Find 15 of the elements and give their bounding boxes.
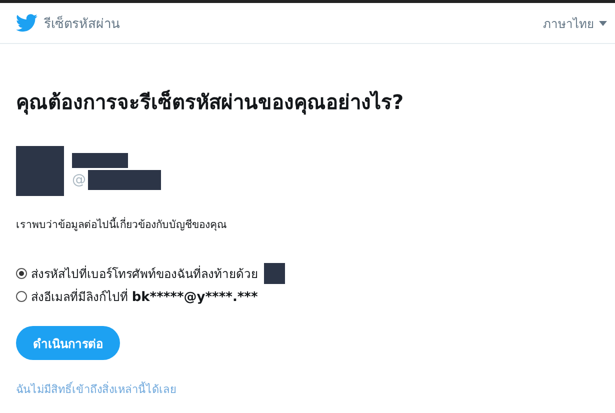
info-text: เราพบว่าข้อมูลต่อไปนี้เกี่ยวข้องกับบัญชีของคุณ — [16, 216, 228, 233]
no-access-link[interactable]: ฉันไม่มีสิทธิ์เข้าถึงสิ่งเหล่านี้ได้เลย — [16, 380, 176, 398]
option-label[interactable]: ส่งอีเมลที่มีลิงก์ไปที่ bk*****@y****.*** — [31, 287, 258, 306]
handle-prefix: @ — [72, 172, 86, 188]
redacted-avatar — [16, 146, 64, 196]
redacted-name — [72, 152, 128, 168]
page-title: รีเซ็ตรหัสผ่าน — [44, 14, 120, 34]
option-label[interactable]: ส่งรหัสไปที่เบอร์โทรศัพท์ของฉันที่ลงท้ายด้วย — [31, 264, 258, 283]
caret-icon — [599, 20, 607, 26]
language-selector[interactable]: ภาษาไทย — [543, 14, 607, 32]
radio-button[interactable] — [16, 291, 27, 302]
bird-icon — [16, 14, 38, 32]
radio-button[interactable] — [16, 268, 27, 279]
continue-button[interactable]: ดำเนินการต่อ — [16, 326, 120, 360]
page-heading: คุณต้องการจะรีเซ็ตรหัสผ่านของคุณอย่างไร? — [16, 88, 405, 117]
